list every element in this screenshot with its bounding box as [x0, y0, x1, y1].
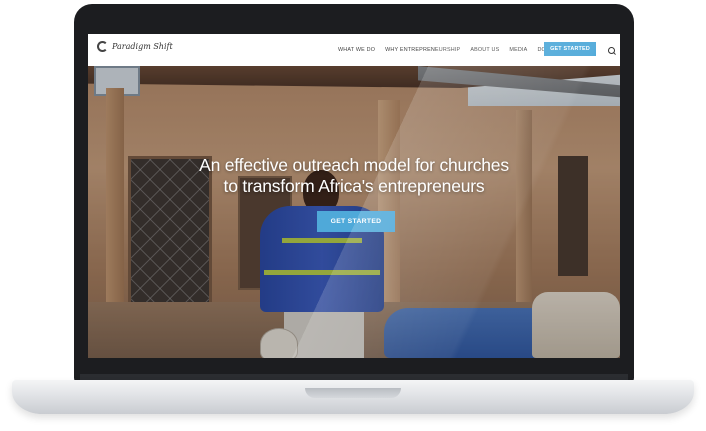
header-get-started-button[interactable]: GET STARTED	[544, 42, 596, 56]
site-logo[interactable]: Paradigm Shift	[97, 41, 173, 52]
brand-name: Paradigm Shift	[112, 42, 173, 51]
browser-viewport: Paradigm Shift WHAT WE DO WHY ENTREPRENE…	[88, 34, 620, 358]
search-icon[interactable]	[608, 47, 615, 54]
hero-headline-line-2: to transform Africa's entrepreneurs	[223, 176, 485, 196]
hero-headline: An effective outreach model for churches…	[128, 155, 580, 197]
hero-headline-line-1: An effective outreach model for churches	[199, 155, 509, 175]
hero-section: An effective outreach model for churches…	[88, 66, 620, 358]
nav-item-why-entrepreneurship[interactable]: WHY ENTREPRENEURSHIP	[385, 47, 460, 53]
main-navigation: WHAT WE DO WHY ENTREPRENEURSHIP ABOUT US…	[338, 34, 571, 66]
nav-item-media[interactable]: MEDIA	[509, 47, 527, 53]
hero-get-started-button[interactable]: GET STARTED	[317, 211, 395, 232]
nav-item-what-we-do[interactable]: WHAT WE DO	[338, 47, 375, 53]
logo-circle-icon	[97, 41, 108, 52]
site-header: Paradigm Shift WHAT WE DO WHY ENTREPRENE…	[88, 34, 620, 66]
nav-item-about-us[interactable]: ABOUT US	[470, 47, 499, 53]
laptop-opening-notch	[305, 388, 401, 398]
